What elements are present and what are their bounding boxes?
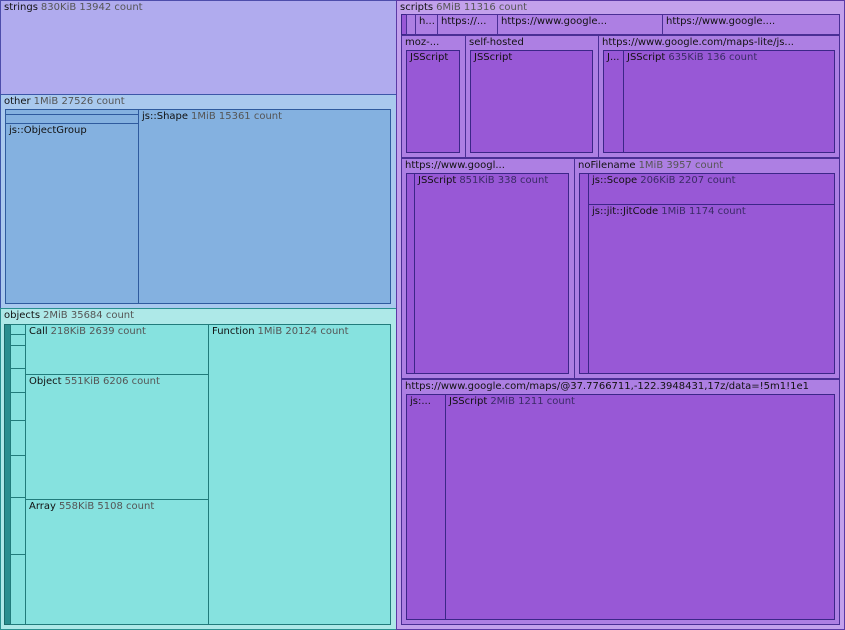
node-label: js::jit::JitCode 1MiB 1174 count <box>592 206 746 217</box>
node-label: Array 558KiB 5108 count <box>29 501 155 512</box>
treemap-node-objects-small-9[interactable] <box>10 554 26 625</box>
node-label: https://www.google.com/maps-lite/js... <box>602 37 794 48</box>
treemap-node-shape[interactable]: js::Shape 1MiB 15361 count <box>138 109 391 304</box>
treemap-node-objects-small-3[interactable] <box>10 345 26 369</box>
node-label: J... <box>607 52 620 63</box>
node-label: https://www.google... <box>501 16 608 27</box>
treemap-node-script-googl-jsscript[interactable]: JSScript 851KiB 338 count <box>414 173 569 374</box>
node-label: JSScript 851KiB 338 count <box>418 175 549 186</box>
node-label: https://www.google.... <box>666 16 776 27</box>
treemap-node-objects-small-4[interactable] <box>10 368 26 393</box>
treemap-node-call[interactable]: Call 218KiB 2639 count <box>25 324 209 375</box>
node-label: Function 1MiB 20124 count <box>212 326 349 337</box>
treemap-node-script-self-hosted-jsscript[interactable]: JSScript <box>470 50 593 153</box>
node-label: js::Scope 206KiB 2207 count <box>592 175 736 186</box>
node-label: scripts 6MiB 11316 count <box>400 2 528 13</box>
node-label: JSScript <box>410 52 449 63</box>
node-label: JSScript <box>474 52 513 63</box>
node-label: Object 551KiB 6206 count <box>29 376 160 387</box>
node-label: h... <box>419 16 435 27</box>
treemap-node-script-moz-jsscript[interactable]: JSScript <box>406 50 460 153</box>
node-label: strings 830KiB 13942 count <box>4 2 143 13</box>
treemap-node-script-maps-main-jsscript[interactable]: JSScript 2MiB 1211 count <box>445 394 835 620</box>
treemap-node-script-top-2[interactable]: https://... <box>437 14 498 35</box>
treemap-node-script-jitcode[interactable]: js::jit::JitCode 1MiB 1174 count <box>588 204 835 374</box>
node-label: https://www.googl... <box>405 160 505 171</box>
node-label: other 1MiB 27526 count <box>4 96 125 107</box>
node-label: js:... <box>410 396 431 407</box>
treemap-node-array[interactable]: Array 558KiB 5108 count <box>25 499 209 625</box>
treemap-node-script-maps-lite-small[interactable]: J... <box>603 50 624 153</box>
treemap-node-script-scope[interactable]: js::Scope 206KiB 2207 count <box>588 173 835 205</box>
treemap-node-script-top-1[interactable]: h... <box>415 14 438 35</box>
treemap-node-object-group[interactable]: js::ObjectGroup <box>5 123 139 304</box>
node-label: self-hosted <box>469 37 524 48</box>
node-label: js::ObjectGroup <box>9 125 87 136</box>
treemap-node-objects-small-6[interactable] <box>10 420 26 456</box>
treemap-node-objects-small-8[interactable] <box>10 497 26 555</box>
treemap-node-script-top-4[interactable]: https://www.google.... <box>662 14 840 35</box>
node-label: https://www.google.com/maps/@37.7766711,… <box>405 381 810 392</box>
treemap-node-function[interactable]: Function 1MiB 20124 count <box>208 324 391 625</box>
node-label: Call 218KiB 2639 count <box>29 326 146 337</box>
node-label: JSScript 635KiB 136 count <box>627 52 758 63</box>
treemap-node-strings[interactable]: strings 830KiB 13942 count <box>0 0 397 95</box>
node-label: JSScript 2MiB 1211 count <box>449 396 575 407</box>
treemap-node-script-maps-lite-jsscript[interactable]: JSScript 635KiB 136 count <box>623 50 835 153</box>
node-label: noFilename 1MiB 3957 count <box>578 160 724 171</box>
node-label: objects 2MiB 35684 count <box>4 310 135 321</box>
treemap-node-objects-small-5[interactable] <box>10 392 26 421</box>
treemap-node-objects-small-7[interactable] <box>10 455 26 498</box>
node-label: moz-... <box>405 37 440 48</box>
treemap-node-script-top-3[interactable]: https://www.google... <box>497 14 663 35</box>
treemap-node-script-maps-main-small[interactable]: js:... <box>406 394 446 620</box>
node-label: js::Shape 1MiB 15361 count <box>142 111 283 122</box>
node-label: https://... <box>441 16 487 27</box>
treemap-node-object[interactable]: Object 551KiB 6206 count <box>25 374 209 500</box>
